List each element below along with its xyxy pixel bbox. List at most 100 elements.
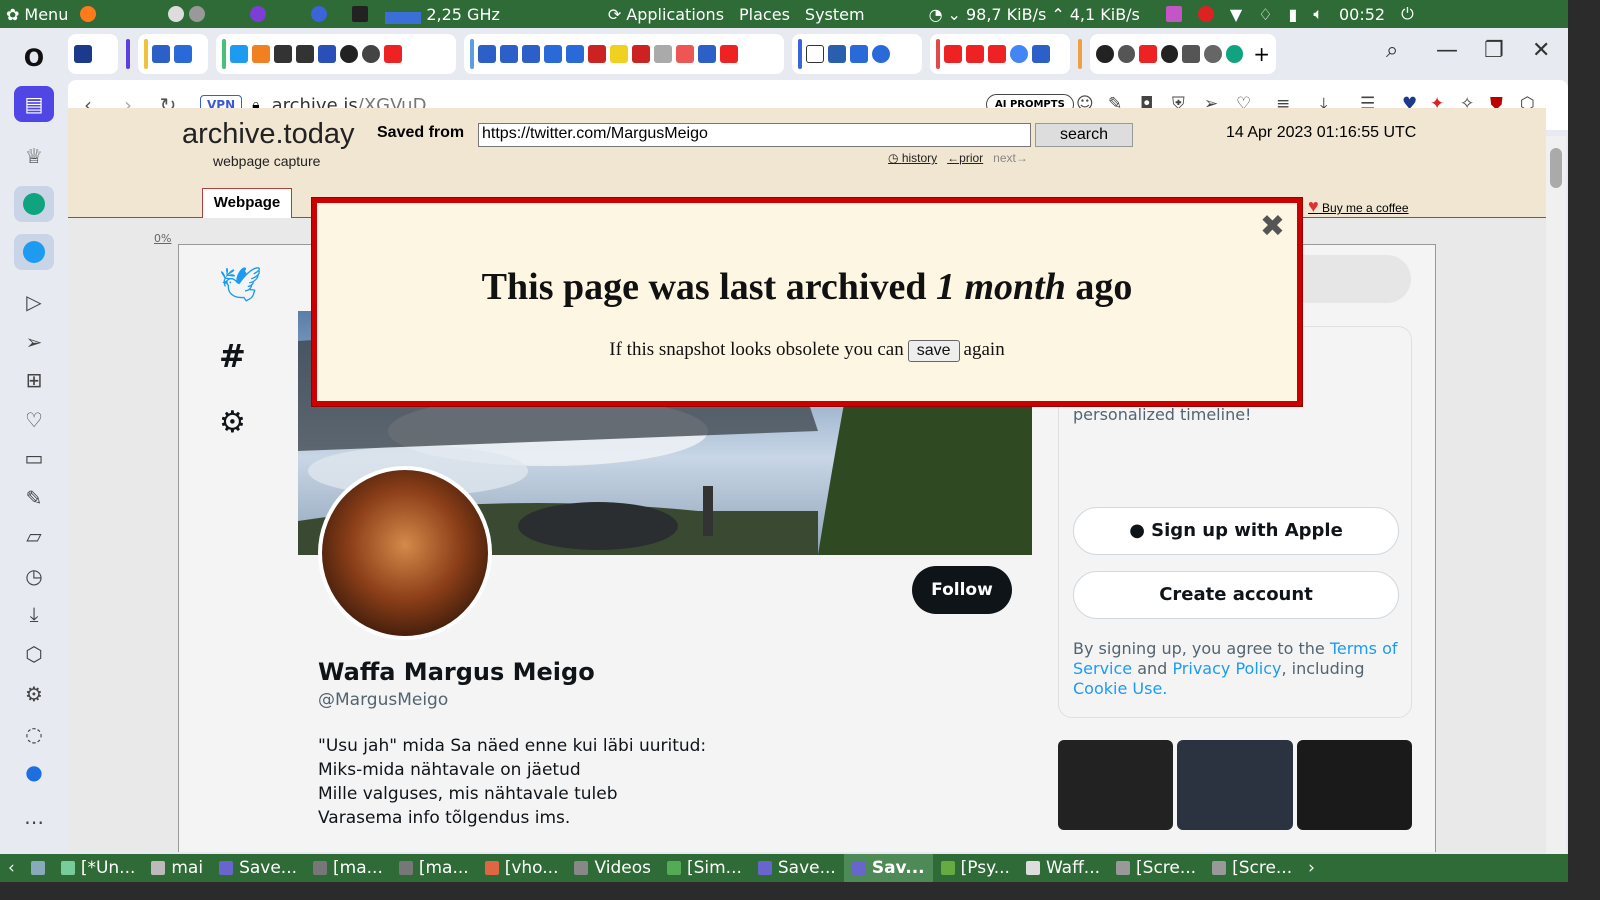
firefox-launcher[interactable] — [74, 6, 102, 22]
tab-group-6[interactable] — [930, 34, 1070, 74]
taskbar-item[interactable]: [*Un... — [53, 854, 144, 882]
history-link[interactable]: ◷ history — [888, 151, 937, 165]
taskbar-item[interactable]: Save... — [750, 854, 844, 882]
taskbar-item[interactable]: mai — [143, 854, 211, 882]
minimize-icon[interactable]: — — [1436, 38, 1458, 63]
pin-icon[interactable]: ✎ — [14, 480, 54, 516]
profile-avatar[interactable] — [318, 466, 492, 640]
zoom-indicator[interactable]: 0% — [154, 232, 171, 245]
settings-launcher-icon[interactable] — [189, 6, 206, 22]
signup-apple-button[interactable]: ● Sign up with Apple — [1073, 507, 1399, 555]
apps-grid-icon[interactable]: ⊞ — [14, 362, 54, 398]
chatgpt-icon[interactable] — [14, 186, 54, 222]
history-icon[interactable]: ◷ — [14, 558, 54, 594]
media-thumbnail[interactable] — [1058, 740, 1174, 830]
tab-group-1[interactable] — [68, 34, 118, 74]
tab-group-4[interactable] — [464, 34, 784, 74]
volume-icon[interactable]: 🔈︎ — [1313, 4, 1323, 24]
popup-save-button[interactable]: save — [907, 339, 960, 362]
taskbar-item[interactable]: [Scre... — [1204, 854, 1300, 882]
settings-icon[interactable]: ⚙ — [14, 676, 54, 712]
apple-icon: ● — [1129, 520, 1152, 541]
downloads-icon[interactable]: ⤓ — [14, 596, 54, 632]
player-icon[interactable]: ▷ — [14, 284, 54, 320]
terminal-icon[interactable] — [352, 6, 369, 22]
power-icon[interactable]: ⏻ — [1401, 4, 1414, 24]
up-arrow-icon: ⌃ — [1051, 4, 1065, 24]
privacy-link[interactable]: Privacy Policy — [1172, 659, 1281, 678]
follow-button[interactable]: Follow — [912, 566, 1012, 614]
wifi-tray-icon[interactable]: ▼ — [1230, 5, 1242, 24]
workspaces-icon[interactable]: ▤ — [14, 86, 54, 122]
send-icon[interactable]: ➢ — [14, 324, 54, 360]
extensions-icon[interactable]: ⬡ — [14, 636, 54, 672]
system-menu[interactable]: System — [805, 5, 865, 24]
taskbar-app-icon — [940, 861, 955, 875]
tab-group-5[interactable] — [792, 34, 922, 74]
twitter-sidebar-icon[interactable] — [14, 234, 54, 270]
launcher-icon[interactable] — [168, 6, 185, 22]
news-icon[interactable]: ▭ — [14, 440, 54, 476]
tray-app-icon[interactable] — [1165, 6, 1182, 22]
taskbar-item[interactable]: [Psy... — [933, 854, 1018, 882]
page-scrollbar[interactable] — [1546, 136, 1566, 880]
scrollbar-thumb[interactable] — [1550, 148, 1562, 188]
tabs-icon[interactable]: ▱ — [14, 518, 54, 554]
close-window-icon[interactable]: ✕ — [1532, 38, 1550, 63]
battery-icon[interactable]: ▮ — [1289, 5, 1298, 24]
taskbar-item[interactable]: [ma... — [391, 854, 477, 882]
saved-url-input[interactable]: https://twitter.com/MargusMeigo — [478, 123, 1031, 147]
popup-close-icon[interactable]: ✖ — [1260, 209, 1285, 244]
chat-icon[interactable]: ● — [14, 754, 54, 790]
taskbar-item[interactable]: Save... — [211, 854, 305, 882]
tips-icon[interactable]: ◌ — [14, 716, 54, 752]
explore-hashtag-icon[interactable]: # — [219, 337, 246, 375]
places-menu[interactable]: Places — [739, 5, 790, 24]
tab-group-7[interactable]: + — [1090, 34, 1276, 74]
new-tab-icon[interactable]: + — [1253, 42, 1270, 66]
screen: ✿ Menu 2,25 GHz ⟳ Applications Places Sy… — [0, 0, 1568, 882]
taskbar-item[interactable]: Sav... — [843, 854, 933, 882]
opera-launcher-icon[interactable] — [311, 6, 328, 22]
buy-coffee-link[interactable]: ♥ Buy me a coffee — [1308, 196, 1409, 217]
menu-icon: ✿ — [6, 4, 20, 24]
search-button[interactable]: search — [1035, 123, 1133, 147]
media-thumbnail[interactable] — [1177, 740, 1293, 830]
archive-logo[interactable]: archive.today — [182, 118, 355, 151]
taskbar-item[interactable]: [vho... — [477, 854, 567, 882]
taskbar-item[interactable]: [ma... — [305, 854, 391, 882]
settings-gear-icon[interactable]: ⚙ — [219, 405, 246, 440]
tab-group-3[interactable] — [216, 34, 456, 74]
applications-menu[interactable]: Applications — [626, 5, 724, 24]
more-icon[interactable]: ⋯ — [14, 804, 54, 840]
tab-group-2[interactable] — [138, 34, 208, 74]
notification-icon[interactable]: ♢ — [1258, 5, 1272, 24]
create-account-button[interactable]: Create account — [1073, 571, 1399, 619]
show-desktop-icon[interactable] — [23, 854, 53, 882]
crown-icon[interactable]: ♕ — [14, 138, 54, 174]
restore-icon[interactable]: ❐ — [1484, 38, 1504, 63]
taskbar-item[interactable]: [Scre... — [1108, 854, 1204, 882]
cookie-link[interactable]: Cookie Use. — [1073, 679, 1167, 698]
tor-icon[interactable] — [250, 6, 267, 22]
media-thumbnail[interactable] — [1296, 740, 1412, 830]
opera-logo-icon[interactable]: O — [14, 40, 54, 76]
taskbar-scroll-right-icon[interactable]: › — [1300, 854, 1323, 882]
menu-button[interactable]: ✿ Menu — [0, 5, 74, 24]
tab-strip: + ⌕ — ❐ ✕ — [68, 28, 1568, 80]
taskbar-app-icon — [851, 861, 866, 875]
taskbar-item[interactable]: Videos — [566, 854, 659, 882]
taskbar-app-icon — [60, 861, 75, 875]
taskbar-app-icon — [1212, 861, 1227, 875]
taskbar-scroll-left-icon[interactable]: ‹ — [0, 854, 23, 882]
tab-search-icon[interactable]: ⌕ — [1386, 38, 1398, 63]
tab-webpage[interactable]: Webpage — [202, 188, 292, 218]
clock[interactable]: 00:52 — [1339, 5, 1385, 24]
taskbar-app-icon — [757, 861, 772, 875]
twitter-logo-icon[interactable]: 🕊︎ — [219, 265, 262, 305]
heart-icon[interactable]: ♡ — [14, 402, 54, 438]
taskbar-item[interactable]: Waff... — [1018, 854, 1108, 882]
record-icon[interactable] — [1197, 6, 1214, 22]
taskbar-item[interactable]: [Sim... — [659, 854, 750, 882]
prior-link[interactable]: ←prior — [947, 151, 983, 165]
